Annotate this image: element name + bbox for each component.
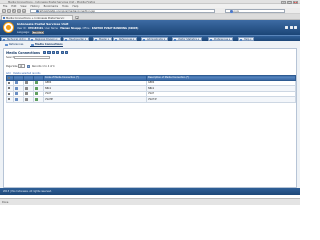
delete-icon[interactable] <box>25 92 28 96</box>
print-icon[interactable] <box>47 50 51 54</box>
status-text: Done <box>2 201 9 204</box>
delete-icon[interactable] <box>25 81 28 85</box>
row-checkbox[interactable] <box>8 92 11 95</box>
app-header: Indonesia Postal Services Unit User ID :… <box>0 20 300 35</box>
records-info: Records 1 to 4 of 4 <box>32 65 55 68</box>
footer-copyright: 2013 | Pos Indonesia. All rights reserve… <box>3 189 52 193</box>
tab-media-connections[interactable]: Media Connections <box>30 42 63 47</box>
delete-icon[interactable] <box>25 86 28 90</box>
language-line: Language : ENGLISH <box>17 30 45 34</box>
profile-icon[interactable] <box>289 26 293 29</box>
edit-icon[interactable] <box>15 97 18 101</box>
tab-media-connections-label: Media Connections <box>35 42 63 46</box>
edit-icon[interactable] <box>15 81 18 85</box>
delete-cell <box>23 96 34 103</box>
row-select-cell[interactable] <box>6 96 14 103</box>
page-size-select[interactable]: 10 <box>18 64 25 68</box>
user-id-value: 970183101 <box>28 26 44 30</box>
edit-icon[interactable] <box>15 92 18 96</box>
media-connections-table: Code of Media Connection (*) Description… <box>6 75 296 103</box>
settings-icon[interactable] <box>64 50 69 54</box>
home-shortcut-icon[interactable] <box>285 26 288 29</box>
user-id-label: User ID : <box>17 26 28 30</box>
tab-references[interactable]: References <box>4 43 23 48</box>
delete-icon[interactable] <box>25 97 28 101</box>
edit-cell <box>13 96 24 103</box>
web-search-placeholder: Google <box>230 10 240 14</box>
view-icon[interactable] <box>35 81 38 85</box>
grid-icon[interactable] <box>60 50 64 54</box>
select-all-checkbox[interactable] <box>8 76 11 79</box>
view-icon[interactable] <box>35 92 38 96</box>
organization-logo <box>3 22 14 33</box>
browser-status-bar: Done <box>0 198 300 205</box>
home-icon[interactable]: ⌂ <box>22 9 26 13</box>
row-checkbox[interactable] <box>8 98 11 101</box>
help-icon[interactable] <box>43 50 47 54</box>
user-info-line: User ID : 970183101, User Name : Maman S… <box>17 26 139 30</box>
header-icons <box>285 26 297 29</box>
office-value: KANTOR PUSAT BANDUNG (40005) <box>91 26 139 30</box>
office-label: Office : <box>82 26 92 30</box>
new-tab-button[interactable]: + <box>75 15 79 19</box>
reload-icon[interactable]: ↻ <box>12 9 16 13</box>
row-checkbox[interactable] <box>8 87 11 90</box>
address-bar[interactable]: localhost/sistip.unonpos/mediaconnection… <box>30 9 215 14</box>
tab-references-label: References <box>9 42 24 46</box>
app-footer: 2013 | Pos Indonesia. All rights reserve… <box>0 188 300 195</box>
logo-emblem <box>6 25 11 30</box>
panel-toolbar <box>43 50 69 54</box>
edit-icon[interactable] <box>15 86 18 90</box>
logout-icon[interactable] <box>294 26 297 29</box>
export-icon[interactable] <box>51 50 55 54</box>
organization-name: Indonesia Postal Services Unit <box>17 22 69 26</box>
first-page-icon[interactable] <box>27 64 30 68</box>
media-connections-panel: Media Connections Search: Page Size 10 R… <box>3 48 297 188</box>
media-connections-tab-icon <box>31 43 34 46</box>
filter-icon[interactable] <box>56 50 60 54</box>
search-input[interactable] <box>14 55 50 60</box>
table-row: VSATIP VSAT IP <box>6 96 296 103</box>
cell-description: VSAT IP <box>146 96 296 103</box>
references-tab-icon <box>5 43 8 46</box>
language-select[interactable]: ENGLISH <box>32 30 45 34</box>
forward-arrow-icon[interactable]: › <box>7 9 11 13</box>
back-arrow-icon[interactable]: ‹ <box>2 9 6 13</box>
page-body: References Media Connections Media Conne… <box>0 41 300 195</box>
view-icon[interactable] <box>35 97 38 101</box>
user-name-label: User Name : <box>44 26 60 30</box>
address-url: localhost/sistip.unonpos/mediaconnection… <box>36 10 96 14</box>
row-checkbox[interactable] <box>8 81 11 84</box>
page-title: Media Connections <box>6 50 41 55</box>
language-label: Language : <box>17 30 31 34</box>
view-cell <box>33 96 44 103</box>
view-icon[interactable] <box>35 86 38 90</box>
user-name-value: Maman Shaqup <box>60 26 81 30</box>
cell-code: VSATIP <box>43 96 147 103</box>
page-size-label: Page Size <box>6 65 18 68</box>
stop-icon[interactable]: × <box>17 9 21 13</box>
web-search-box[interactable]: Google <box>225 9 285 14</box>
